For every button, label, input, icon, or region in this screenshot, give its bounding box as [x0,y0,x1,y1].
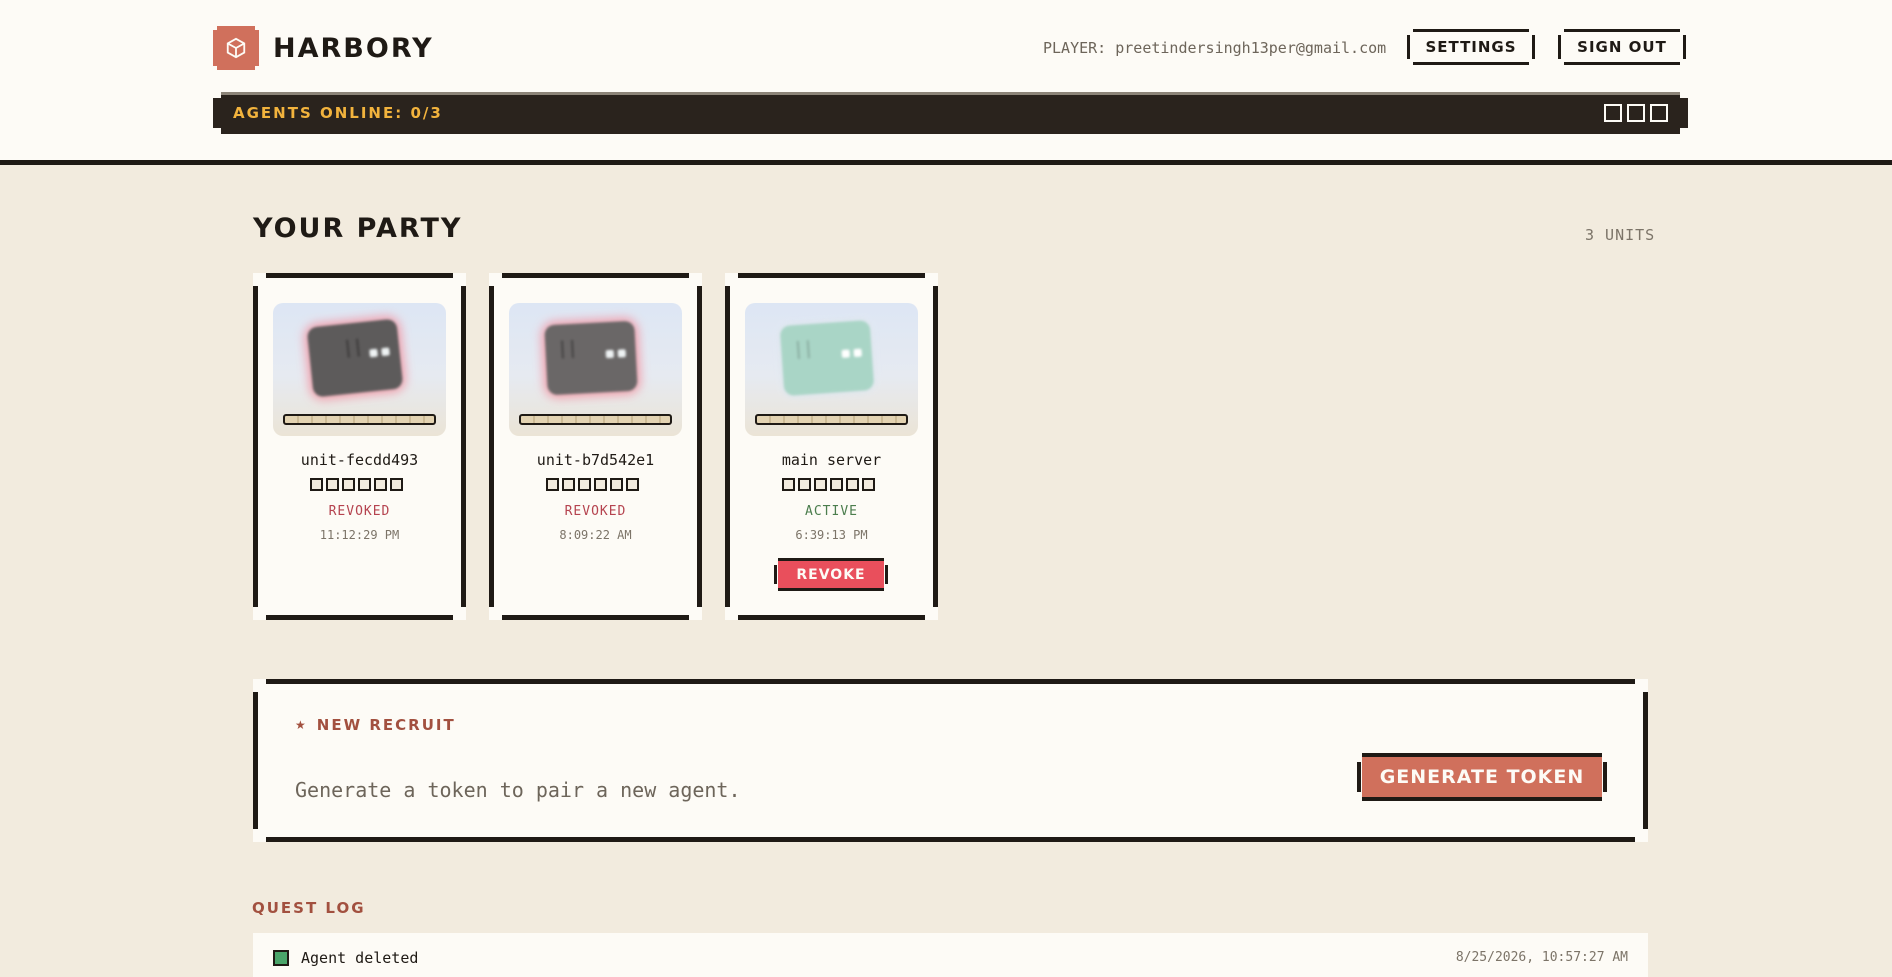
robot-icon [779,319,875,397]
status-badge: ACTIVE [805,504,858,519]
party-title: YOUR PARTY [253,213,463,244]
unit-card[interactable]: unit-b7d542e1 REVOKED 8:09:22 AM [489,273,702,620]
quest-log-title: QUEST LOG [252,899,366,917]
status-bar-highlight [221,92,1680,95]
brand[interactable]: HARBORY [213,26,434,70]
star-icon: ★ [295,718,308,732]
unit-pips [310,478,403,491]
app-name: HARBORY [273,32,434,64]
square-icon [1627,104,1645,122]
new-recruit-panel: ★ NEW RECRUIT Generate a token to pair a… [253,679,1648,842]
top-header: HARBORY PLAYER: preetindersingh13per@gma… [0,0,1892,165]
new-recruit-title: ★ NEW RECRUIT [295,716,456,734]
unit-name: main server [781,451,882,469]
unit-portrait [273,303,446,436]
unit-card[interactable]: unit-fecdd493 REVOKED 11:12:29 PM [253,273,466,620]
unit-pips [546,478,639,491]
unit-card[interactable]: main server ACTIVE 6:39:13 PM REVOKE [725,273,938,620]
units-count: 3 UNITS [1585,226,1656,244]
status-badge: REVOKED [328,504,391,519]
cube-icon [213,26,259,70]
generate-token-button[interactable]: GENERATE TOKEN [1357,753,1607,801]
unit-name: unit-b7d542e1 [536,451,655,469]
sign-out-button[interactable]: SIGN OUT [1558,29,1686,65]
unit-time: 8:09:22 AM [559,528,632,542]
settings-button[interactable]: SETTINGS [1407,29,1535,65]
window-controls [1604,104,1668,122]
xp-bar [519,414,672,425]
robot-icon [544,320,638,396]
agents-online-counter: AGENTS ONLINE: 0/3 [233,104,443,122]
log-text: Agent deleted [301,949,419,967]
revoke-button[interactable]: REVOKE [774,558,888,591]
unit-time: 11:12:29 PM [319,528,400,542]
list-item: Agent deleted 8/25/2026, 10:57:27 AM [253,933,1648,977]
new-recruit-label: NEW RECRUIT [316,716,456,734]
xp-bar [283,414,436,425]
log-timestamp: 8/25/2026, 10:57:27 AM [1455,950,1628,965]
xp-bar [755,414,908,425]
square-icon [1650,104,1668,122]
status-badge: REVOKED [564,504,627,519]
unit-pips [782,478,875,491]
square-icon [1604,104,1622,122]
log-status-icon [273,950,289,966]
unit-name: unit-fecdd493 [300,451,419,469]
unit-portrait [509,303,682,436]
player-email: PLAYER: preetindersingh13per@gmail.com [1043,39,1387,57]
unit-portrait [745,303,918,436]
robot-icon [306,318,404,398]
new-recruit-description: Generate a token to pair a new agent. [295,778,741,802]
unit-time: 6:39:13 PM [795,528,868,542]
status-bar: AGENTS ONLINE: 0/3 [213,92,1688,134]
